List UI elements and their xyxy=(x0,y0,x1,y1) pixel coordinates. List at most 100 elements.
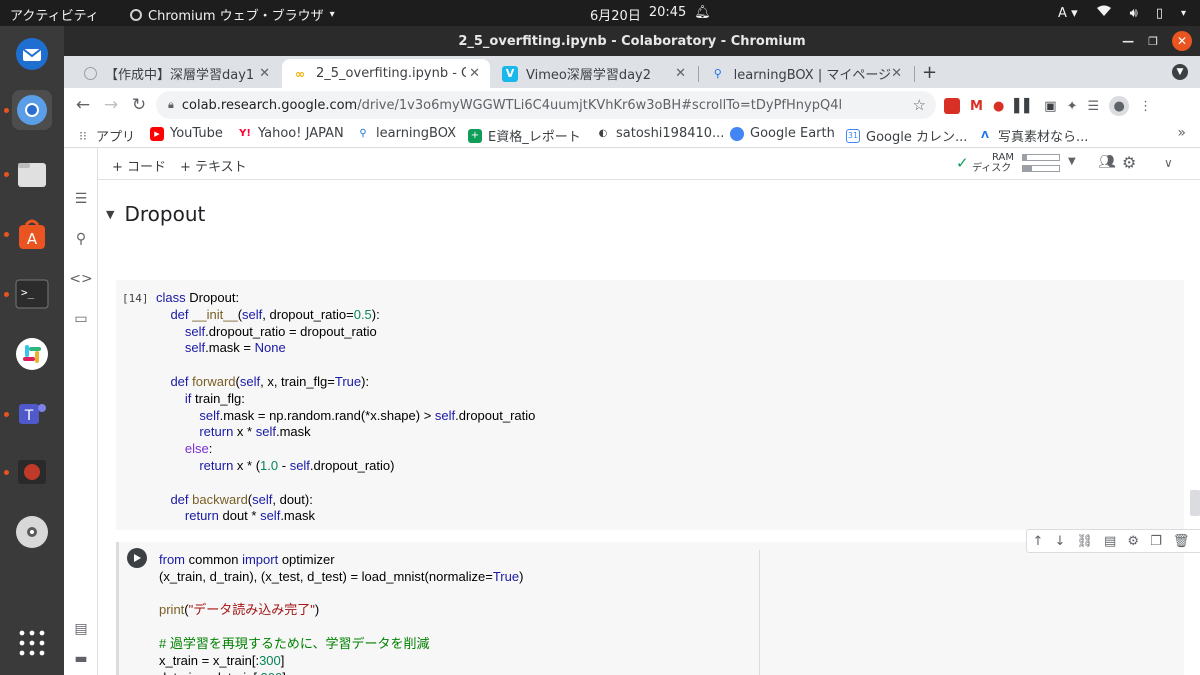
forward-button[interactable]: → xyxy=(100,94,122,116)
profile-avatar-icon[interactable]: ● xyxy=(1109,96,1130,116)
code-cell-dropout-class[interactable]: [14] class Dropout: def __init__(self, d… xyxy=(116,280,1184,530)
bookmark-youtube[interactable]: ▶ YouTube xyxy=(150,126,223,141)
dock-app-center[interactable]: A xyxy=(12,214,52,254)
code-cell-load-mnist[interactable]: from common import optimizer (x_train, d_… xyxy=(116,542,1184,675)
search-icon[interactable]: ⚲ xyxy=(71,229,91,249)
dock-chromium[interactable] xyxy=(12,90,52,130)
dock-files[interactable] xyxy=(12,154,52,194)
tab-close-icon[interactable]: ✕ xyxy=(675,66,686,81)
dock-slack[interactable] xyxy=(12,334,52,374)
share-people-icon[interactable]: 👥︎ xyxy=(1098,154,1116,170)
tab-close-icon[interactable]: ✕ xyxy=(259,66,270,81)
bookmark-satoshi[interactable]: ◐ satoshi198410... xyxy=(596,126,725,141)
command-palette-icon[interactable]: ▤ xyxy=(71,619,91,639)
system-tray[interactable]: A ▾ 🔊︎ ▯ ▾ xyxy=(1058,5,1186,21)
chrome-menu-icon[interactable]: ⋮ xyxy=(1139,99,1152,114)
settings-gear-icon[interactable]: ⚙ xyxy=(1122,153,1136,172)
app-menu[interactable]: Chromium ウェブ・ブラウザ ▾ xyxy=(130,5,335,24)
back-button[interactable]: ← xyxy=(72,94,94,116)
tab-close-icon[interactable]: ✕ xyxy=(891,66,902,81)
bookmark-star-icon[interactable]: ☆ xyxy=(913,96,926,114)
colab-logo-icon: ∞ xyxy=(295,66,305,81)
dock-teams[interactable]: T xyxy=(12,394,52,434)
code-line: def forward(self, x, train_flg=True): xyxy=(170,373,370,389)
activities-button[interactable]: アクティビティ xyxy=(10,5,99,24)
new-tab-button[interactable]: + xyxy=(922,62,937,83)
code-editor[interactable]: from common import optimizer (x_train, d_… xyxy=(159,552,523,675)
dock-thunderbird[interactable] xyxy=(12,34,52,74)
close-window-button[interactable]: ✕ xyxy=(1172,31,1192,51)
bookmark-google-earth[interactable]: Google Earth xyxy=(730,126,835,141)
dock-running-dot xyxy=(4,172,9,177)
extension-japan-icon[interactable]: ● xyxy=(993,99,1004,114)
collapse-header-icon[interactable]: ∨ xyxy=(1164,156,1173,170)
gmail-badge-icon[interactable]: M xyxy=(970,99,983,114)
tab-favicon-icon xyxy=(84,67,97,80)
section-heading[interactable]: ▼ Dropout xyxy=(106,202,205,226)
move-cell-down-icon[interactable]: ↓ xyxy=(1055,534,1066,549)
collapse-section-icon[interactable]: ▼ xyxy=(106,208,114,221)
input-method-indicator[interactable]: A ▾ xyxy=(1058,6,1078,21)
mirror-cell-icon[interactable]: ❐ xyxy=(1150,534,1162,549)
tab-3[interactable]: ⚲ learningBOX | マイページ ✕ xyxy=(700,59,912,88)
show-apps-icon xyxy=(19,630,45,656)
add-text-button[interactable]: + テキスト xyxy=(180,156,247,175)
dock-running-dot xyxy=(4,232,9,237)
dock-show-apps[interactable] xyxy=(12,623,52,663)
bookmark-google-calendar[interactable]: 31 Google カレン... xyxy=(846,126,967,145)
table-of-contents-icon[interactable]: ☰ xyxy=(71,189,91,209)
tab-1[interactable]: ∞ 2_5_overfiting.ipynb - Col ✕ xyxy=(282,59,490,88)
tab-strip: 【作成中】深層学習day1, ✕ ∞ 2_5_overfiting.ipynb … xyxy=(64,56,1200,88)
tab-search-button[interactable]: ▼ xyxy=(1172,64,1188,80)
bookmark-photo-material[interactable]: Λ 写真素材なら... xyxy=(978,126,1088,145)
cell-settings-gear-icon[interactable]: ⚙ xyxy=(1127,534,1139,549)
extensions-puzzle-icon[interactable]: ✦ xyxy=(1067,99,1078,114)
terminal-icon[interactable]: ▬ xyxy=(71,649,91,669)
files-folder-icon[interactable]: ▭ xyxy=(71,309,91,329)
bookmark-e-report[interactable]: + E資格_レポート xyxy=(468,126,581,145)
window-titlebar[interactable]: 2_5_overfiting.ipynb - Colaboratory - Ch… xyxy=(64,26,1200,56)
vimeo-icon: V xyxy=(502,65,518,82)
tab-close-icon[interactable]: ✕ xyxy=(469,66,480,81)
dock-terminal[interactable]: >_ xyxy=(12,274,52,314)
app-center-icon: A xyxy=(19,219,45,249)
code-snippets-icon[interactable]: <> xyxy=(69,269,92,289)
extension-dark-icon[interactable]: ▣ xyxy=(1044,99,1056,114)
disc-icon xyxy=(16,516,48,548)
dock-disc[interactable] xyxy=(12,512,52,552)
tab-0[interactable]: 【作成中】深層学習day1, ✕ xyxy=(74,59,280,88)
reload-button[interactable]: ↻ xyxy=(128,94,150,116)
resources-dropdown-icon[interactable]: ▼ xyxy=(1068,156,1076,167)
code-line: self.mask = None xyxy=(184,340,286,356)
bookmark-label: Google Earth xyxy=(750,126,835,141)
add-code-button[interactable]: + コード xyxy=(112,156,166,175)
link-to-cell-icon[interactable]: ⛓︎ xyxy=(1076,534,1093,549)
bookmark-yahoo[interactable]: Y! Yahoo! JAPAN xyxy=(238,126,344,141)
bookmark-learningbox[interactable]: ⚲ learningBOX xyxy=(356,126,456,141)
add-comment-icon[interactable]: ▤ xyxy=(1104,534,1116,549)
scrollbar-thumb[interactable] xyxy=(1190,490,1200,516)
tab-2[interactable]: V Vimeo深層学習day2 ✕ xyxy=(492,59,696,88)
move-cell-up-icon[interactable]: ↑ xyxy=(1033,534,1044,549)
clock[interactable]: 6月20日 20:45 🔔︎ xyxy=(590,5,711,24)
dock-screen-recorder[interactable] xyxy=(12,452,52,492)
wifi-icon xyxy=(1096,5,1112,21)
minimize-icon[interactable]: — xyxy=(1122,34,1134,48)
code-editor[interactable]: class Dropout: def __init__(self, dropou… xyxy=(156,290,535,525)
delete-cell-icon[interactable]: 🗑︎ xyxy=(1173,534,1190,549)
run-cell-button[interactable] xyxy=(127,548,147,568)
address-bar[interactable]: 🔒︎ colab.research.google.com /drive/1v3o… xyxy=(156,91,936,119)
bookmark-apps[interactable]: ⁝⁝ アプリ xyxy=(76,126,135,146)
tab-separator xyxy=(914,66,915,82)
reading-list-icon[interactable]: ☰ xyxy=(1087,99,1099,114)
bookmarks-overflow-icon[interactable]: » xyxy=(1177,125,1186,141)
bookmark-label: Google カレン... xyxy=(866,130,968,145)
code-line: else: xyxy=(184,441,213,457)
extension-barcode-icon[interactable]: ▌▌ xyxy=(1014,99,1034,114)
maximize-icon[interactable]: ❐ xyxy=(1148,35,1158,48)
extension-red-icon[interactable] xyxy=(944,98,960,114)
code-line: # 過学習を再現するために、学習データを削減 xyxy=(159,635,430,651)
cell-split-divider xyxy=(759,550,760,675)
code-line: return dout * self.mask xyxy=(184,508,315,524)
